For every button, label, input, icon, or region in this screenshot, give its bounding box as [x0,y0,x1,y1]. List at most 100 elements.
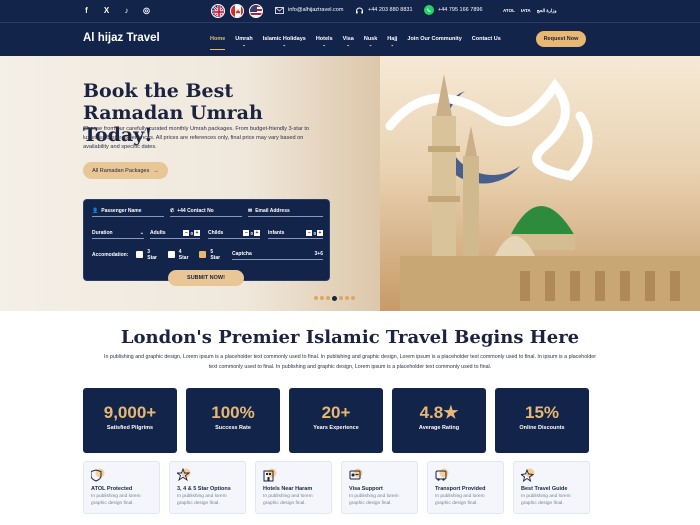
minus-icon[interactable]: − [183,230,190,236]
plus-icon[interactable]: + [194,230,200,236]
guide-icon [521,468,535,482]
nav-item-community[interactable]: Join Our Community [407,36,461,47]
carousel-dot[interactable] [351,296,355,300]
nav-item-home[interactable]: Home [210,36,226,50]
chevron-down-icon: ⌄ [390,42,395,47]
chevron-down-icon: ⌄ [139,230,144,236]
feature-card[interactable]: 3, 4 & 5 Star Options In publishing and … [169,461,246,514]
feature-description: In publishing and lorem graphic design f… [263,494,313,506]
email-contact[interactable]: info@alhijaztravel.com [274,5,343,15]
feature-title: ATOL Protected [91,486,133,492]
iata-logo-icon: IATA [520,8,531,13]
nav-item-contact[interactable]: Contact Us [472,36,501,47]
chevron-down-icon: ⌄ [282,42,286,47]
childs-count: 0 [250,230,253,236]
carousel-dot[interactable] [320,296,324,300]
star5-checkbox[interactable] [199,251,207,258]
contact-placeholder: +44 Contact No [177,208,214,214]
feature-card[interactable]: Transport Provided In publishing and lor… [427,461,504,514]
feature-title: Best Travel Guide [521,486,568,492]
passenger-name-field[interactable]: 👤 Passenger Name [92,206,164,217]
infants-count: 0 [313,230,316,236]
stat-label: Years Experience [313,425,359,431]
plus-icon[interactable]: + [254,230,260,236]
site-logo[interactable]: Al hijaz Travel [83,32,160,44]
phone-contact[interactable]: +44 203 880 8831 [354,5,413,15]
star4-label: 4 Star [178,248,189,261]
feature-card[interactable]: Best Travel Guide In publishing and lore… [513,461,590,514]
carousel-dot-active[interactable] [332,296,337,301]
nav-label: Home [210,36,226,42]
chevron-down-icon: ⌄ [242,42,246,47]
stat-label: Success Rate [215,425,251,431]
feature-title: 3, 4 & 5 Star Options [177,486,231,492]
facebook-icon[interactable]: f [80,4,93,17]
stat-label: Online Discounts [519,425,565,431]
stat-card: 15% Online Discounts [495,388,589,453]
submit-button[interactable]: SUBMIT NOW! [168,270,244,286]
feature-card[interactable]: Visa Support In publishing and lorem gra… [341,461,418,514]
hero-banner: Book the Best Ramadan Umrah Today! Choos… [0,56,700,311]
passenger-name-placeholder: Passenger Name [101,208,142,214]
plus-icon[interactable]: + [317,230,323,236]
carousel-dot[interactable] [339,296,343,300]
nav-item-nusk[interactable]: Nusk ⌄ [364,36,377,47]
stat-number: 9,000+ [103,403,157,422]
feature-card[interactable]: ATOL Protected In publishing and lorem g… [83,461,160,514]
nav-label: Join Our Community [407,36,462,42]
whatsapp-contact[interactable]: +44 795 166 7896 [424,5,483,15]
carousel-dot[interactable] [326,296,330,300]
whatsapp-text: +44 795 166 7896 [438,7,483,13]
usa-flag-icon[interactable] [249,4,263,18]
whatsapp-icon [424,5,434,15]
star-icon [177,468,191,482]
nav-item-islamic-holidays[interactable]: Islamic Holidays ⌄ [263,36,306,47]
x-icon[interactable]: X [100,4,113,17]
tiktok-icon[interactable]: ♪ [120,4,133,17]
bus-icon [435,468,449,481]
chevron-down-icon: ⌄ [368,42,373,47]
captcha-field[interactable]: Captcha 3+6 [232,249,323,260]
childs-stepper[interactable]: Childs −0 + [208,228,260,239]
features-row: ATOL Protected In publishing and lorem g… [83,461,590,514]
social-links: f X ♪ ◎ [80,4,153,17]
section-description: In publishing and graphic design, Lorem … [103,354,596,370]
star4-checkbox[interactable] [167,251,175,258]
instagram-icon[interactable]: ◎ [140,4,153,17]
carousel-dot[interactable] [314,296,318,300]
phone-icon: ✆ [170,208,175,214]
mail-icon: ✉ [248,208,253,214]
adults-stepper[interactable]: Adults −0 + [150,228,200,239]
infants-label: Infants [268,230,285,236]
all-ramadan-packages-button[interactable]: All Ramadan Packages → [83,162,168,179]
canada-flag-icon[interactable] [230,4,244,18]
infants-stepper[interactable]: Infants −0 + [268,228,323,239]
star3-checkbox[interactable] [136,251,144,258]
nav-menu: Home Umrah ⌄ Islamic Holidays ⌄ Hotels ⌄ Vi… [210,36,501,50]
stat-number: 4.8★ [419,403,459,422]
atol-logo-icon: ATOL [503,8,515,13]
mosque-illustration [385,74,700,311]
nav-item-hajj[interactable]: Hajj ⌄ [387,36,397,47]
stats-row: 9,000+ Satisfied Pilgrims 100% Success Rat… [83,388,589,453]
minus-icon[interactable]: − [243,230,250,236]
nav-item-visa[interactable]: Visa ⌄ [343,36,354,47]
headset-icon [354,5,364,15]
contact-number-field[interactable]: ✆ +44 Contact No [170,206,242,217]
stat-card: 100% Success Rate [186,388,280,453]
uk-flag-icon[interactable] [211,4,225,18]
stat-card: 20+ Years Experience [289,388,383,453]
duration-select[interactable]: Duration ⌄ [92,228,144,239]
email-field[interactable]: ✉ Email Address [248,206,323,217]
nav-item-umrah[interactable]: Umrah ⌄ [235,36,252,47]
minus-icon[interactable]: − [306,230,313,236]
request-now-button[interactable]: Request Now [536,31,586,47]
carousel-dot[interactable] [345,296,349,300]
feature-card[interactable]: Hotels Near Haram In publishing and lore… [255,461,332,514]
carousel-dots [314,296,355,301]
nav-item-hotels[interactable]: Hotels ⌄ [316,36,333,47]
accommodation-options: Accomodation: 3 Star 4 Star 5 Star [92,248,224,261]
feature-title: Hotels Near Haram [263,486,313,492]
arrow-right-icon: → [153,167,159,174]
ministry-logo-icon: وزارة الحج [536,7,557,13]
